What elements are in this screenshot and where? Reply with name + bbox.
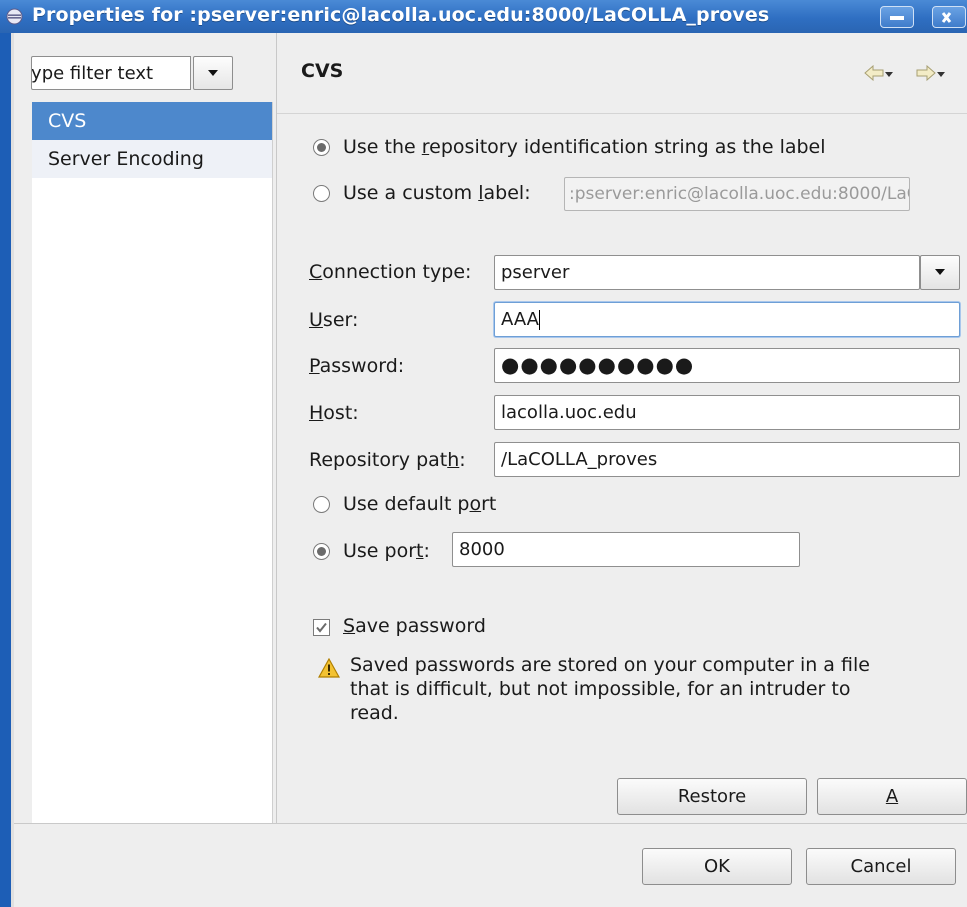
forward-arrow-icon	[916, 65, 936, 81]
label-text: :	[459, 449, 466, 471]
maximize-button[interactable]	[880, 6, 914, 28]
use-port-label[interactable]: Use port:	[343, 540, 430, 562]
label-text: Use a custom	[343, 182, 479, 204]
tree-item-cvs[interactable]: CVS	[32, 102, 272, 140]
custom-label-input: :pserver:enric@lacolla.uoc.edu:8000/LaCO…	[564, 177, 910, 211]
cancel-button[interactable]: Cancel	[806, 848, 956, 885]
eclipse-icon	[6, 8, 23, 25]
user-input[interactable]: AAA	[494, 302, 960, 337]
forward-button[interactable]	[916, 63, 950, 85]
dialog-button-bar: OK Cancel	[14, 824, 967, 907]
mnemonic: C	[309, 261, 323, 283]
button-text: Cancel	[850, 856, 912, 877]
connection-type-label: Connection type:	[309, 261, 471, 283]
use-custom-label-label[interactable]: Use a custom label:	[343, 182, 531, 204]
password-label: Password:	[309, 355, 404, 377]
mnemonic: H	[309, 402, 324, 424]
window-title: Properties for :pserver:enric@lacolla.uo…	[32, 4, 770, 26]
maximize-icon	[890, 16, 904, 20]
save-password-warning: Saved passwords are stored on your compu…	[350, 653, 870, 725]
mnemonic: h	[447, 449, 460, 471]
mnemonic: P	[309, 355, 320, 377]
chevron-down-icon	[885, 72, 893, 77]
host-input[interactable]: lacolla.uoc.edu	[494, 395, 960, 430]
close-icon	[941, 12, 952, 23]
button-text: Restore	[677, 786, 747, 807]
warning-line: that is difficult, but not impossible, f…	[350, 678, 851, 700]
mnemonic: U	[309, 309, 323, 331]
header-separator	[277, 113, 967, 114]
label-text: ost:	[323, 402, 359, 424]
tree-border	[272, 102, 273, 823]
user-value: AAA	[501, 309, 539, 330]
mnemonic: A	[885, 786, 899, 807]
tree-item-label: Server Encoding	[48, 148, 204, 170]
label-text: Use por	[343, 540, 417, 562]
page-title: CVS	[301, 60, 344, 82]
label-text: ave password	[355, 615, 486, 637]
warning-icon	[318, 658, 340, 678]
label-text: abel:	[483, 182, 531, 204]
window-titlebar[interactable]: Properties for :pserver:enric@lacolla.uo…	[0, 0, 967, 33]
filter-input[interactable]: type filter text	[31, 56, 191, 90]
chevron-down-icon	[208, 70, 218, 76]
property-page-tree: CVS Server Encoding	[32, 102, 272, 823]
filter-text: type filter text	[31, 63, 154, 84]
warning-line: Saved passwords are stored on your compu…	[350, 654, 870, 676]
host-label: Host:	[309, 402, 359, 424]
button-text: OK	[704, 856, 730, 877]
repository-path-input[interactable]: /LaCOLLA_proves	[494, 442, 960, 477]
label-text: Repository pat	[309, 449, 448, 471]
text-caret	[539, 310, 540, 330]
filter-dropdown-button[interactable]	[193, 56, 233, 90]
password-input[interactable]: ●●●●●●●●●●	[494, 348, 960, 383]
save-password-label[interactable]: Save password	[343, 615, 486, 637]
property-page: CVS Use the repository identification st…	[277, 33, 967, 877]
use-default-port-label[interactable]: Use default port	[343, 493, 496, 515]
connection-type-select[interactable]: pserver	[494, 255, 920, 290]
repository-path-value: /LaCOLLA_proves	[501, 449, 658, 470]
tree-item-label: CVS	[48, 110, 87, 132]
close-button[interactable]	[932, 6, 966, 28]
label-text: onnection type:	[322, 261, 472, 283]
use-repo-id-label[interactable]: Use the repository identification string…	[343, 136, 826, 158]
label-text: Use the	[343, 136, 422, 158]
chevron-down-icon	[935, 269, 945, 275]
save-password-checkbox[interactable]	[313, 619, 330, 636]
port-value: 8000	[459, 539, 505, 560]
use-repo-id-radio[interactable]	[313, 139, 330, 156]
checkmark-icon	[316, 622, 327, 633]
mnemonic: S	[343, 615, 356, 637]
connection-type-dropdown-button[interactable]	[920, 255, 960, 290]
mnemonic: o	[469, 493, 482, 515]
label-text: :	[423, 540, 430, 562]
navigation-pane: type filter text CVS Server Encoding	[14, 33, 277, 823]
label-text: epository identification string as the l…	[429, 136, 826, 158]
use-port-radio[interactable]	[313, 543, 330, 560]
repository-path-label: Repository path:	[309, 449, 466, 471]
label-text: ser:	[322, 309, 359, 331]
user-label: User:	[309, 309, 358, 331]
password-mask: ●●●●●●●●●●	[501, 353, 695, 377]
ok-button[interactable]: OK	[642, 848, 792, 885]
use-custom-label-radio[interactable]	[313, 185, 330, 202]
apply-button[interactable]: Apply	[817, 778, 967, 842]
label-text: assword:	[319, 355, 405, 377]
page-header: CVS	[277, 33, 967, 113]
restore-defaults-button[interactable]: Restore Defaults	[617, 778, 807, 877]
window-left-border	[0, 33, 14, 907]
back-arrow-icon	[864, 65, 884, 81]
warning-line: read.	[350, 702, 399, 724]
custom-label-value: :pserver:enric@lacolla.uoc.edu:8000/LaCO…	[569, 184, 909, 204]
back-button[interactable]	[864, 63, 898, 85]
label-text: Use default p	[343, 493, 470, 515]
chevron-down-icon	[937, 72, 945, 77]
port-input[interactable]: 8000	[452, 532, 800, 567]
host-value: lacolla.uoc.edu	[501, 402, 637, 423]
connection-type-value: pserver	[501, 262, 570, 283]
use-default-port-radio[interactable]	[313, 496, 330, 513]
label-text: rt	[481, 493, 497, 515]
tree-item-server-encoding[interactable]: Server Encoding	[32, 140, 272, 178]
